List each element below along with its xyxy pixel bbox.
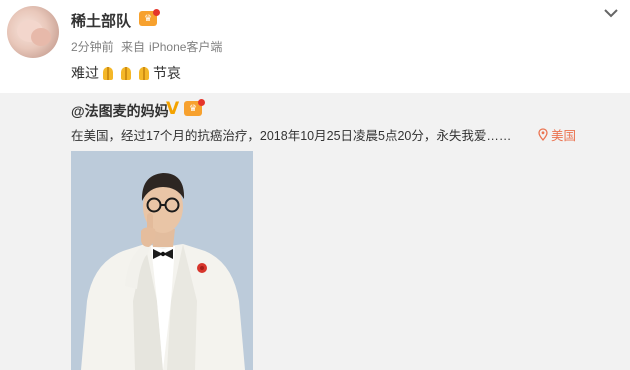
vip-badge-icon[interactable]: ♛ [184,99,205,116]
location-link[interactable]: 美国 [538,125,576,144]
post-source[interactable]: iPhone客户端 [149,40,222,54]
vip-badge-icon[interactable]: ♛ [139,9,160,26]
reposted-content: @法图麦的妈妈 V ♛ 在美国，经过17个月的抗癌治疗，2018年10月25日凌… [0,93,630,370]
author-name[interactable]: 稀土部队 [71,10,131,31]
user-avatar[interactable] [7,6,59,58]
post-meta: 2分钟前 来自 iPhone客户端 [71,38,226,55]
verified-icon: V [166,99,180,119]
chevron-down-icon[interactable] [602,6,620,20]
pray-icon [100,65,116,81]
source-prefix: 来自 [121,40,146,54]
post-time[interactable]: 2分钟前 [71,40,114,54]
location-label: 美国 [551,129,577,143]
post-text-before: 难过 [71,65,99,81]
post-photo[interactable] [71,151,253,370]
post-text: 难过 节哀 [71,63,181,83]
pray-icon [136,65,152,81]
location-pin-icon [538,128,548,141]
pray-icon [118,65,134,81]
original-post-text: 在美国，经过17个月的抗癌治疗，2018年10月25日凌晨5点20分，永失我爱…… [71,129,512,143]
post-text-after: 节哀 [153,65,181,81]
weibo-post: 稀土部队 ♛ 2分钟前 来自 iPhone客户端 难过 节哀 @法图麦的妈妈 V … [0,0,630,370]
original-author[interactable]: @法图麦的妈妈 [71,101,169,121]
